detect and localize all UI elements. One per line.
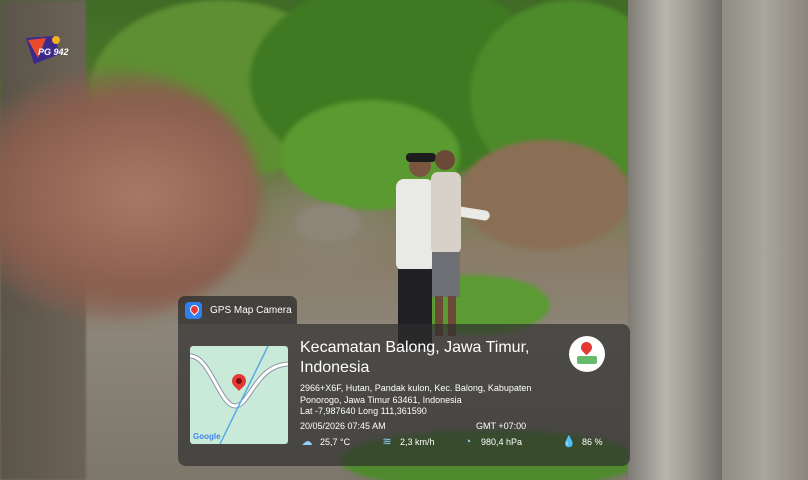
tree-trunk <box>628 0 722 480</box>
wind-item: ≋ 2,3 km/h <box>380 436 435 448</box>
pressure-gauge-icon: ◔ <box>464 436 472 448</box>
humidity-item: 💧 86 % <box>562 436 603 448</box>
lat-long-text: Lat -7,987640 Long 111,361590 <box>300 406 427 416</box>
mini-map: Google <box>190 346 288 444</box>
foliage <box>460 140 630 250</box>
datetime-text: 20/05/2026 07:45 AM <box>300 421 386 431</box>
wind-icon: ≋ <box>382 436 392 448</box>
location-marker-badge-icon <box>569 336 605 372</box>
map-roads <box>190 346 288 444</box>
place-title: Kecamatan Balong, Jawa Timur, Indonesia <box>300 339 530 376</box>
humidity-value: 86 % <box>582 437 603 447</box>
map-brand: Google <box>193 432 221 441</box>
humidity-drop-icon: 💧 <box>562 436 576 448</box>
address-text: 2966+X6F, Hutan, Pandak kulon, Kec. Balo… <box>300 383 532 405</box>
wind-value: 2,3 km/h <box>400 437 435 447</box>
pressure-item: ◔ 980,4 hPa <box>461 436 522 448</box>
gps-map-camera-icon <box>185 301 202 319</box>
right-blur-border <box>722 0 808 480</box>
gps-app-tag: GPS Map Camera <box>178 296 297 324</box>
pressure-value: 980,4 hPa <box>481 437 523 447</box>
thermometer-cloud-icon: ☁ <box>301 436 313 448</box>
temperature-value: 25,7 °C <box>320 437 351 447</box>
temperature-item: ☁ 25,7 °C <box>300 436 351 448</box>
person-gray-shirt <box>429 150 463 340</box>
gps-info-card: Google Kecamatan Balong, Jawa Timur, Ind… <box>178 324 630 466</box>
channel-logo-text: PG 942 <box>38 47 69 57</box>
gps-app-name: GPS Map Camera <box>210 304 292 316</box>
rock <box>296 204 360 242</box>
gmt-text: GMT +07:00 <box>476 421 527 431</box>
